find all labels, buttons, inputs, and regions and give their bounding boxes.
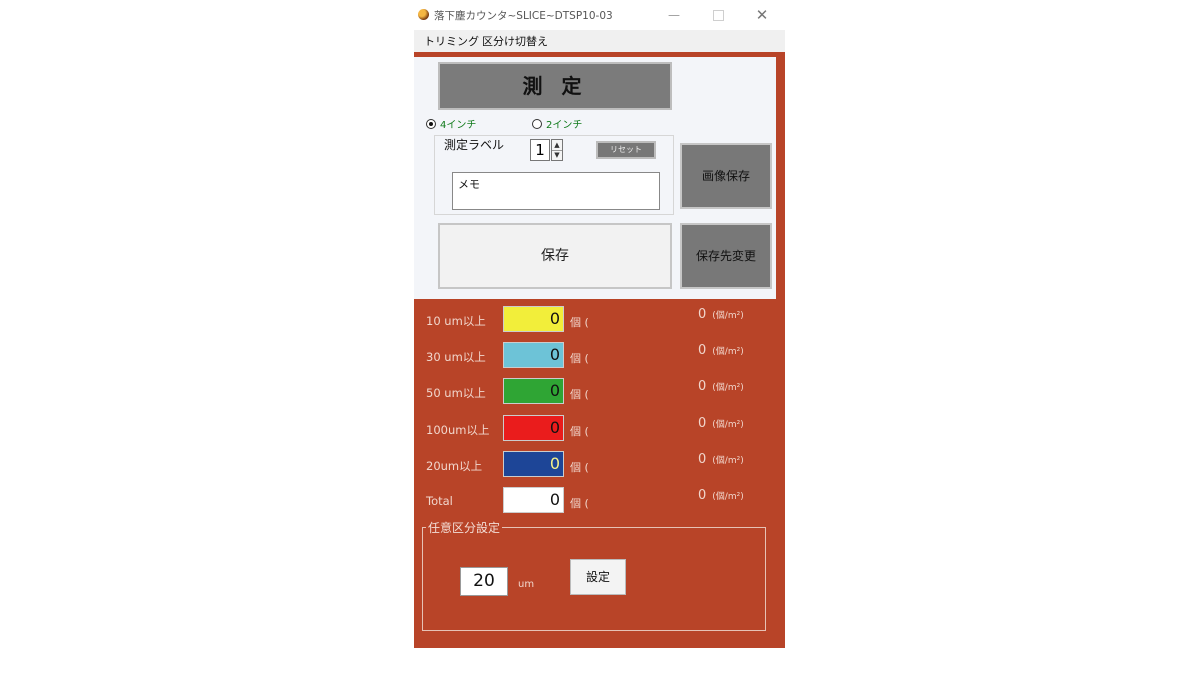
custom-size-unit: um	[518, 579, 535, 590]
spin-down-icon[interactable]: ▼	[552, 150, 562, 160]
row-density-value: 0 (個/m²)	[698, 307, 744, 322]
row-size-label: 20um以上	[426, 459, 483, 473]
app-ball-icon	[418, 9, 429, 20]
client-area: 測 定 4インチ 2インチ 測定ラベル 1 ▲ ▼ リセット メモ 保存 画像保…	[414, 52, 785, 648]
save-destination-button[interactable]: 保存先変更	[680, 223, 772, 289]
custom-size-input[interactable]: 20	[460, 567, 508, 596]
density-unit: (個/m²)	[712, 420, 744, 430]
density-number: 0	[698, 307, 707, 322]
radio-2-inch[interactable]: 2インチ	[532, 116, 582, 131]
density-unit: (個/m²)	[712, 311, 744, 321]
row-unit-label: 個 (	[570, 497, 589, 510]
row-unit-label: 個 (	[570, 352, 589, 365]
density-number: 0	[698, 452, 707, 467]
custom-division-title: 任意区分設定	[426, 519, 503, 536]
row-density-value: 0 (個/m²)	[698, 488, 744, 503]
row-count-field: 0	[503, 451, 564, 477]
row-unit-label: 個 (	[570, 316, 589, 329]
measure-button[interactable]: 測 定	[438, 62, 672, 110]
radio-2-label: 2インチ	[546, 120, 583, 131]
control-panel: 測 定 4インチ 2インチ 測定ラベル 1 ▲ ▼ リセット メモ 保存 画像保…	[414, 57, 776, 299]
row-density-value: 0 (個/m²)	[698, 452, 744, 467]
reset-button[interactable]: リセット	[596, 141, 656, 159]
row-unit-label: 個 (	[570, 425, 589, 438]
memo-field[interactable]: メモ	[452, 172, 660, 210]
image-save-button[interactable]: 画像保存	[680, 143, 772, 209]
density-number: 0	[698, 343, 707, 358]
row-count-field: 0	[503, 306, 564, 332]
row-unit-label: 個 (	[570, 388, 589, 401]
menu-item-division-switch[interactable]: 区分け切替え	[482, 33, 548, 49]
row-count-field: 0	[503, 378, 564, 404]
radio-4-label: 4インチ	[440, 120, 477, 131]
row-size-label: 10 um以上	[426, 314, 486, 328]
row-unit-label: 個 (	[570, 461, 589, 474]
set-button[interactable]: 設定	[570, 559, 626, 595]
row-size-label: Total	[426, 494, 453, 508]
density-number: 0	[698, 416, 707, 431]
density-unit: (個/m²)	[712, 456, 744, 466]
title-bar[interactable]: 落下塵カウンタ~SLICE~DTSP10-03 — ✕	[414, 0, 785, 30]
window-title: 落下塵カウンタ~SLICE~DTSP10-03	[434, 10, 613, 22]
row-count-field: 0	[503, 342, 564, 368]
label-spinner: ▲ ▼	[551, 139, 563, 161]
radio-checked-icon	[426, 119, 436, 129]
row-count-field: 0	[503, 415, 564, 441]
measure-label-title: 測定ラベル	[444, 138, 505, 152]
row-size-label: 30 um以上	[426, 350, 486, 364]
density-unit: (個/m²)	[712, 347, 744, 357]
density-unit: (個/m²)	[712, 492, 744, 502]
row-density-value: 0 (個/m²)	[698, 416, 744, 431]
density-number: 0	[698, 379, 707, 394]
radio-4-inch[interactable]: 4インチ	[426, 116, 476, 131]
menu-item-trimming[interactable]: トリミング	[424, 33, 479, 49]
density-number: 0	[698, 488, 707, 503]
row-density-value: 0 (個/m²)	[698, 379, 744, 394]
row-size-label: 50 um以上	[426, 386, 486, 400]
app-window: 落下塵カウンタ~SLICE~DTSP10-03 — ✕ トリミング 区分け切替え…	[414, 0, 785, 648]
menu-bar: トリミング 区分け切替え	[414, 30, 785, 52]
close-button[interactable]: ✕	[752, 6, 772, 24]
minimize-button[interactable]: —	[664, 6, 684, 24]
row-size-label: 100um以上	[426, 423, 490, 437]
row-density-value: 0 (個/m²)	[698, 343, 744, 358]
maximize-icon[interactable]	[713, 10, 724, 21]
density-unit: (個/m²)	[712, 383, 744, 393]
save-button[interactable]: 保存	[438, 223, 672, 289]
label-number-field[interactable]: 1	[530, 139, 550, 161]
row-count-field: 0	[503, 487, 564, 513]
radio-unchecked-icon	[532, 119, 542, 129]
